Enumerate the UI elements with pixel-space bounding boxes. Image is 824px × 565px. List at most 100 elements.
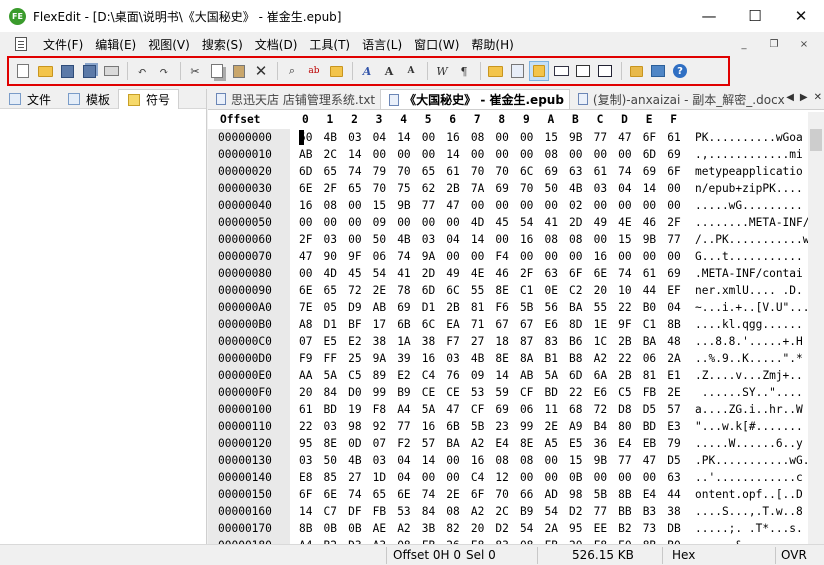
menu-file[interactable]: 文件(F) <box>37 36 89 53</box>
ascii-row[interactable]: ..'............c <box>695 469 803 486</box>
hex-byte[interactable]: 6F <box>471 486 484 503</box>
hex-byte[interactable]: 14 <box>643 180 656 197</box>
save-as-icon[interactable] <box>595 61 615 81</box>
hex-byte[interactable]: 00 <box>495 129 508 146</box>
hex-row[interactable]: 6F 6E 74 65 6E 74 2E 6F 70 66 AD 98 5B 8B E4 44 <box>290 486 695 503</box>
hex-byte[interactable]: D2 <box>495 520 508 537</box>
hex-byte[interactable]: A2 <box>397 520 410 537</box>
hex-byte[interactable]: 38 <box>667 503 680 520</box>
hex-byte[interactable]: 00 <box>422 129 435 146</box>
hex-byte[interactable]: 87 <box>520 333 533 350</box>
ascii-row[interactable]: ~...i.+..[V.U"... <box>695 299 810 316</box>
hex-byte[interactable]: 92 <box>373 418 386 435</box>
hex-byte[interactable]: 2B <box>618 333 631 350</box>
help-icon[interactable]: ? <box>670 61 690 81</box>
mdi-close-button[interactable]: × <box>792 36 816 52</box>
hex-row[interactable]: 16 08 00 15 9B 77 47 00 00 00 00 02 00 00 00 00 <box>290 197 695 214</box>
hex-byte[interactable]: 57 <box>667 401 680 418</box>
hex-row[interactable]: 2F 03 00 50 4B 03 04 14 00 16 08 08 00 15 9B 77 <box>290 231 695 248</box>
hex-byte[interactable]: 00 <box>495 231 508 248</box>
hex-byte[interactable]: D5 <box>643 401 656 418</box>
hex-byte[interactable]: C4 <box>471 469 484 486</box>
hex-byte[interactable]: 00 <box>397 214 410 231</box>
hex-byte[interactable]: 04 <box>667 299 680 316</box>
hex-byte[interactable]: 63 <box>545 265 558 282</box>
hex-byte[interactable]: 00 <box>545 248 558 265</box>
hex-byte[interactable]: 81 <box>643 367 656 384</box>
hex-byte[interactable]: 00 <box>471 248 484 265</box>
hex-byte[interactable]: 6E <box>299 282 312 299</box>
hex-byte[interactable]: A5 <box>545 435 558 452</box>
hex-byte[interactable]: 17 <box>373 316 386 333</box>
hex-byte[interactable]: 03 <box>324 418 337 435</box>
tab-scroll-left-icon[interactable]: ◀ <box>786 92 794 103</box>
window-icon[interactable] <box>648 61 668 81</box>
hex-byte[interactable]: 27 <box>471 333 484 350</box>
hex-byte[interactable]: 69 <box>397 299 410 316</box>
hex-byte[interactable]: 69 <box>667 265 680 282</box>
hex-byte[interactable]: E6 <box>545 316 558 333</box>
hex-byte[interactable]: B2 <box>618 520 631 537</box>
ascii-row[interactable]: ontent.opf..[..D <box>695 486 803 503</box>
hex-byte[interactable]: 50 <box>324 452 337 469</box>
hex-byte[interactable]: 2F <box>520 265 533 282</box>
hex-byte[interactable]: 65 <box>324 282 337 299</box>
ascii-row[interactable]: "...w.k[#....... <box>695 418 803 435</box>
hex-byte[interactable]: 6E <box>397 486 410 503</box>
hex-byte[interactable]: 00 <box>667 197 680 214</box>
hex-byte[interactable]: AB <box>520 367 533 384</box>
hex-row[interactable]: 20 84 D0 99 B9 CE CE 53 59 CF BD 22 E6 C5 FB 2E <box>290 384 695 401</box>
hex-byte[interactable]: 00 <box>594 469 607 486</box>
hex-byte[interactable]: 65 <box>324 163 337 180</box>
hex-byte[interactable]: 07 <box>299 333 312 350</box>
hex-byte[interactable]: EA <box>446 316 459 333</box>
settings-icon[interactable] <box>626 61 646 81</box>
hex-byte[interactable]: F4 <box>495 248 508 265</box>
maximize-button[interactable]: ☐ <box>732 0 778 32</box>
hex-byte[interactable]: 04 <box>373 129 386 146</box>
ascii-row[interactable]: ........META-INF/ <box>695 214 810 231</box>
hex-byte[interactable]: 6F <box>299 486 312 503</box>
hex-byte[interactable]: 04 <box>618 180 631 197</box>
hex-byte[interactable]: 54 <box>520 520 533 537</box>
hex-byte[interactable]: 4B <box>348 452 361 469</box>
hex-byte[interactable]: 62 <box>422 180 435 197</box>
hex-byte[interactable]: 2E <box>446 486 459 503</box>
hex-byte[interactable]: FB <box>643 384 656 401</box>
hex-byte[interactable]: D2 <box>569 503 582 520</box>
hex-byte[interactable]: 72 <box>348 282 361 299</box>
hex-byte[interactable]: D8 <box>618 401 631 418</box>
ascii-row[interactable]: a....ZG.i..hr..W <box>695 401 803 418</box>
hex-byte[interactable]: 67 <box>520 316 533 333</box>
hex-byte[interactable]: E5 <box>324 333 337 350</box>
hex-byte[interactable]: 14 <box>422 452 435 469</box>
hex-byte[interactable]: 00 <box>422 469 435 486</box>
hex-byte[interactable]: 4B <box>569 180 582 197</box>
hex-byte[interactable]: 71 <box>471 316 484 333</box>
hex-byte[interactable]: 80 <box>618 418 631 435</box>
hex-byte[interactable]: 57 <box>422 435 435 452</box>
hex-byte[interactable]: C5 <box>618 384 631 401</box>
hex-byte[interactable]: 09 <box>373 214 386 231</box>
hex-byte[interactable]: A2 <box>471 435 484 452</box>
hex-byte[interactable]: 9B <box>397 197 410 214</box>
hex-byte[interactable]: 15 <box>545 129 558 146</box>
hex-byte[interactable]: 70 <box>397 163 410 180</box>
hex-byte[interactable]: 00 <box>643 197 656 214</box>
hex-byte[interactable]: 5B <box>520 299 533 316</box>
hex-byte[interactable]: 00 <box>520 146 533 163</box>
hex-byte[interactable]: 04 <box>397 469 410 486</box>
hex-byte[interactable]: B1 <box>545 350 558 367</box>
hex-byte[interactable]: 3B <box>422 520 435 537</box>
hex-byte[interactable]: 47 <box>299 248 312 265</box>
hex-byte[interactable]: E1 <box>667 367 680 384</box>
hex-byte[interactable]: F7 <box>446 333 459 350</box>
hex-byte[interactable]: 4B <box>471 350 484 367</box>
hex-byte[interactable]: 00 <box>618 469 631 486</box>
hex-byte[interactable]: 2E <box>373 282 386 299</box>
hex-row[interactable]: 47 90 9F 06 74 9A 00 00 F4 00 00 00 16 00 00 00 <box>290 248 695 265</box>
hex-byte[interactable]: 00 <box>643 469 656 486</box>
hex-byte[interactable]: 00 <box>348 197 361 214</box>
hex-byte[interactable]: B8 <box>569 350 582 367</box>
scrollbar-thumb[interactable] <box>810 129 822 151</box>
